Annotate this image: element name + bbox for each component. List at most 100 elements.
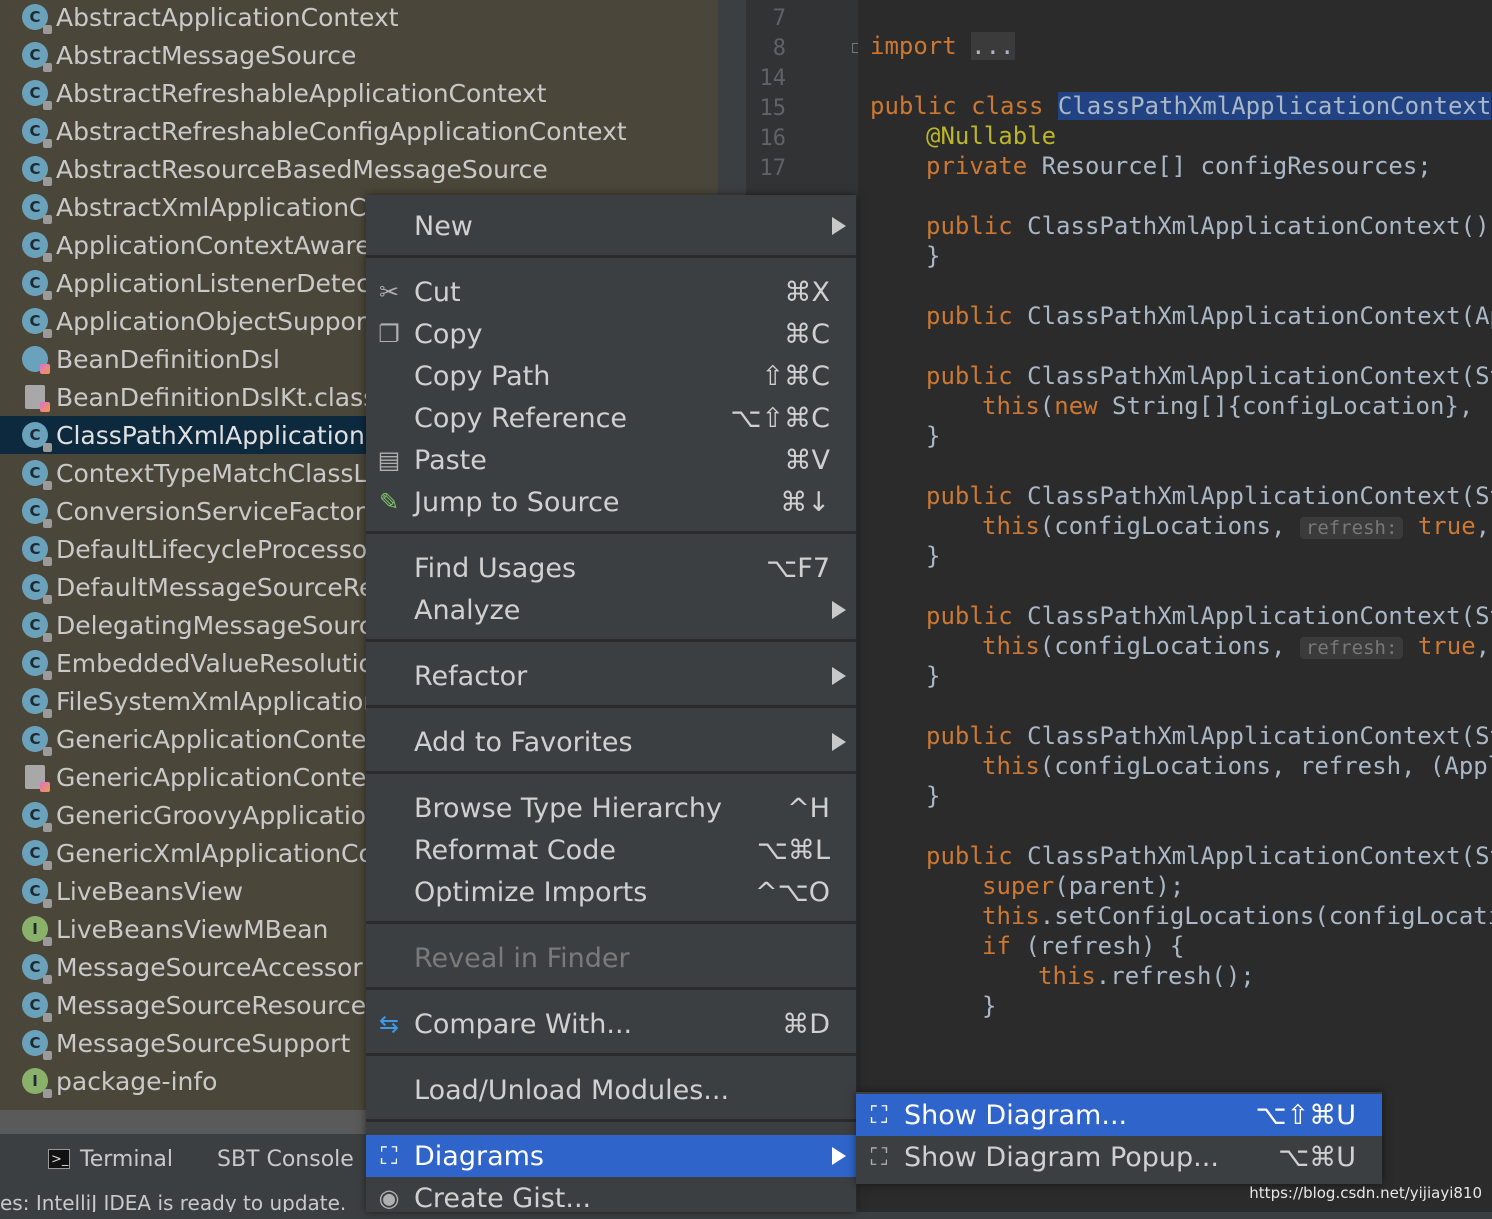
menu-item-compare-with[interactable]: ⇆ Compare With... ⌘D: [366, 1003, 856, 1045]
github-icon: ◉: [378, 1184, 400, 1212]
menu-item-show-diagram-popup[interactable]: ⛶ Show Diagram Popup... ⌥⌘U: [856, 1136, 1382, 1178]
menu-item-find-usages[interactable]: Find Usages ⌥F7: [366, 547, 856, 589]
menu-separator: [366, 639, 856, 642]
class-icon: C: [22, 498, 52, 528]
kotlin-class-icon: [22, 346, 50, 374]
terminal-tool-button[interactable]: >_ Terminal: [48, 1147, 173, 1172]
context-menu: New ✂ Cut ⌘X ❐ Copy ⌘C Copy Path ⇧⌘C Copy Ref…: [366, 195, 856, 1214]
code-editor[interactable]: import ... public class ClassPathXmlAppl…: [858, 0, 1492, 1212]
class-icon: C: [22, 574, 52, 604]
tree-horizontal-scrollbar[interactable]: [0, 1110, 366, 1134]
tree-item-label: ClassPathXmlApplication: [56, 420, 365, 450]
class-icon: C: [22, 308, 52, 338]
class-icon: C: [22, 4, 52, 34]
terminal-label: Terminal: [80, 1146, 173, 1172]
class-icon: C: [22, 422, 52, 452]
compare-arrows-icon: ⇆: [378, 1010, 400, 1038]
menu-item-jump-to-source[interactable]: ✎ Jump to Source ⌘↓: [366, 481, 856, 523]
menu-item-reformat-code[interactable]: Reformat Code ⌥⌘L: [366, 829, 856, 871]
menu-item-browse-type-hierarchy[interactable]: Browse Type Hierarchy ^H: [366, 787, 856, 829]
tree-item-label: AbstractRefreshableApplicationContext: [56, 78, 547, 108]
menu-item-diagrams[interactable]: ⛶ Diagrams: [366, 1135, 856, 1177]
code-line: if (refresh) {: [982, 932, 1185, 960]
code-line: this(new String[]{configLocation}, r: [982, 392, 1492, 420]
line-number: 8: [772, 36, 786, 61]
code-line: }: [982, 992, 997, 1020]
tree-item[interactable]: C AbstractRefreshableApplicationContext: [0, 74, 718, 112]
menu-item-load-unload-modules[interactable]: Load/Unload Modules...: [366, 1069, 856, 1111]
sbt-console-tool-button[interactable]: SBT Console: [217, 1147, 354, 1172]
tree-item-label: AbstractRefreshableConfigApplicationCont…: [56, 116, 627, 146]
class-icon: C: [22, 118, 52, 148]
tree-item-label: GenericGroovyApplicatior: [56, 800, 377, 830]
class-icon: C: [22, 1030, 52, 1060]
watermark-url: https://blog.csdn.net/yijiayi810: [1249, 1184, 1482, 1202]
class-icon: C: [22, 270, 52, 300]
menu-separator: [366, 987, 856, 990]
tree-item-label: AbstractResourceBasedMessageSource: [56, 154, 548, 184]
tree-item-label: FileSystemXmlApplication: [56, 686, 380, 716]
class-icon: C: [22, 42, 52, 72]
class-icon: C: [22, 650, 52, 680]
code-line: this.setConfigLocations(configLocatio: [982, 902, 1492, 930]
tree-item-label: MessageSourceResource: [56, 990, 367, 1020]
menu-item-copy-reference[interactable]: Copy Reference ⌥⇧⌘C: [366, 397, 856, 439]
menu-item-copy-path[interactable]: Copy Path ⇧⌘C: [366, 355, 856, 397]
menu-item-new[interactable]: New: [366, 205, 856, 247]
tree-item-label: ContextTypeMatchClassL: [56, 458, 368, 488]
code-line: super(parent);: [982, 872, 1185, 900]
menu-item-refactor[interactable]: Refactor: [366, 655, 856, 697]
class-file-icon: [22, 764, 50, 792]
sbt-console-label: SBT Console: [216, 1146, 354, 1172]
code-line: this(configLocations, refresh, (Appl: [982, 752, 1492, 780]
class-icon: C: [22, 726, 52, 756]
tree-item[interactable]: C AbstractApplicationContext: [0, 0, 718, 36]
code-line: import ...: [870, 32, 1015, 60]
code-line: @Nullable: [926, 122, 1057, 150]
menu-separator: [366, 771, 856, 774]
tree-item-label: BeanDefinitionDsl: [56, 344, 280, 374]
tree-item-label: ApplicationObjectSuppor: [56, 306, 367, 336]
line-number: 14: [759, 66, 787, 91]
tree-item-label: MessageSourceAccessor: [56, 952, 363, 982]
tree-item[interactable]: C AbstractMessageSource: [0, 36, 718, 74]
menu-item-add-to-favorites[interactable]: Add to Favorites: [366, 721, 856, 763]
menu-separator: [366, 255, 856, 258]
line-number: 15: [759, 96, 787, 121]
tree-item-label: DefaultLifecycleProcesso: [56, 534, 368, 564]
menu-separator: [366, 1119, 856, 1122]
class-file-icon: [22, 384, 50, 412]
menu-item-cut[interactable]: ✂ Cut ⌘X: [366, 271, 856, 313]
menu-item-optimize-imports[interactable]: Optimize Imports ^⌥O: [366, 871, 856, 913]
tree-item[interactable]: C AbstractResourceBasedMessageSource: [0, 150, 718, 188]
tree-item-label: ConversionServiceFactory: [56, 496, 380, 526]
code-line: }: [926, 662, 941, 690]
menu-item-analyze[interactable]: Analyze: [366, 589, 856, 631]
diagram-icon: ⛶: [870, 1143, 888, 1171]
diagrams-submenu: ⛶ Show Diagram... ⌥⇧⌘U ⛶ Show Diagram Popup…: [856, 1092, 1382, 1184]
edit-pencil-icon: ✎: [378, 488, 400, 516]
tree-item-label: GenericXmlApplicationCo: [56, 838, 374, 868]
tree-item-label: LiveBeansView: [56, 876, 244, 906]
code-line: public class ClassPathXmlApplicationCont…: [870, 92, 1492, 120]
menu-item-paste[interactable]: ▤ Paste ⌘V: [366, 439, 856, 481]
code-line: }: [926, 542, 941, 570]
interface-icon: I: [22, 916, 52, 946]
menu-separator: [366, 1053, 856, 1056]
menu-item-reveal-in-finder: Reveal in Finder: [414, 942, 630, 974]
code-line: this.refresh();: [1038, 962, 1255, 990]
menu-item-create-gist[interactable]: ◉ Create Gist...: [366, 1177, 856, 1219]
code-line: }: [926, 782, 941, 810]
code-line: }: [926, 422, 941, 450]
submenu-arrow-icon: [832, 1147, 846, 1165]
tree-item-label: AbstractMessageSource: [56, 40, 357, 70]
menu-item-copy[interactable]: ❐ Copy ⌘C: [366, 313, 856, 355]
code-line: public ClassPathXmlApplicationContext(St…: [926, 482, 1492, 510]
tree-item[interactable]: C AbstractRefreshableConfigApplicationCon…: [0, 112, 718, 150]
tree-item-label: GenericApplicationContex: [56, 762, 381, 792]
menu-item-show-diagram[interactable]: ⛶ Show Diagram... ⌥⇧⌘U: [856, 1094, 1382, 1136]
tree-item-label: package-info: [56, 1066, 218, 1096]
interface-icon: I: [22, 1068, 52, 1098]
class-icon: C: [22, 232, 52, 262]
code-line: private Resource[] configResources;: [926, 152, 1432, 180]
